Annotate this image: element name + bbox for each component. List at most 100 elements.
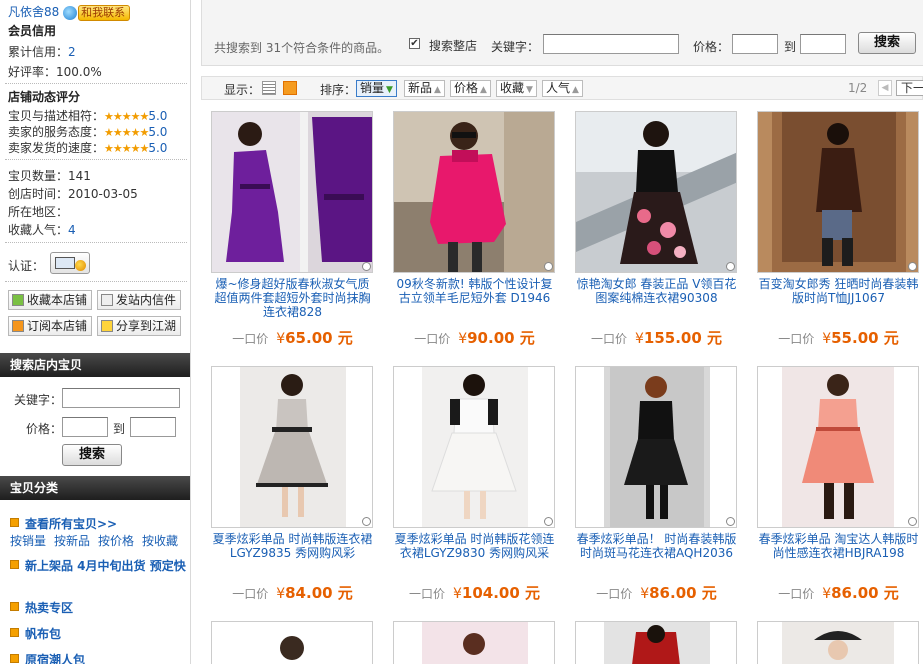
shop-search-button[interactable]: 搜索 [62, 444, 122, 466]
whole-store-checkbox[interactable]: ✔ [409, 38, 420, 49]
product-image[interactable] [211, 366, 373, 528]
favorite-icon [12, 294, 24, 306]
product-image[interactable] [575, 111, 737, 273]
currency-symbol: ¥ [634, 331, 644, 347]
product-image[interactable] [211, 621, 373, 664]
mail-icon [101, 294, 113, 306]
price-label: 一口价 [778, 332, 815, 346]
category-item[interactable]: 热卖专区 [10, 599, 73, 616]
shop-search-price-max-input[interactable] [130, 417, 176, 437]
product-image[interactable] [211, 111, 373, 273]
fav-count-row: 收藏人气：4 [8, 221, 76, 238]
product-image[interactable] [575, 621, 737, 664]
product-image[interactable] [393, 621, 555, 664]
product-image[interactable] [393, 111, 555, 273]
category-item[interactable]: 新上架品 4月中旬出货 预定快 [10, 559, 188, 574]
sort-fav-label: 收藏 [500, 81, 525, 95]
sort-toolbar: 显示： 排序： 销量▼ 新品▲ 价格▲ 收藏▼ 人气▲ 1/2 ◀ 下一页 [201, 76, 923, 100]
shop-search-keyword-input[interactable] [62, 388, 180, 408]
sort-by-sales-link[interactable]: 按销量 [10, 534, 46, 548]
product-image[interactable] [757, 111, 919, 273]
list-view-icon[interactable] [262, 81, 276, 95]
product-title[interactable]: 百变淘女郎秀 狂晒时尚春装韩版时尚T恤JJ1067 [757, 277, 920, 305]
sort-popularity-button[interactable]: 人气 ▲ [542, 80, 583, 97]
product-title[interactable]: 春季炫彩单品 淘宝达人韩版时尚性感连衣裙HBJRA198 [757, 532, 920, 560]
sort-by-price-link[interactable]: 按价格 [98, 534, 134, 548]
subscribe-shop-button[interactable]: 订阅本店铺 [8, 316, 93, 336]
sort-new-button[interactable]: 新品 ▲ [404, 80, 445, 97]
product-price: 90.00 元 [467, 329, 535, 347]
price-row: 一口价 ¥84.00 元 [211, 582, 374, 603]
product-image[interactable] [393, 366, 555, 528]
sort-popularity-label: 人气 [546, 81, 571, 95]
send-message-label: 发站内信件 [116, 293, 177, 307]
favorite-shop-button[interactable]: 收藏本店铺 [8, 290, 93, 310]
sort-fav-button[interactable]: 收藏 ▼ [496, 80, 537, 97]
prev-page-icon[interactable]: ◀ [878, 80, 892, 96]
wangwang-icon[interactable] [63, 5, 78, 20]
grid-view-icon[interactable] [283, 81, 297, 95]
product-title[interactable]: 春季炫彩单品！ 时尚春装韩版时尚斑马花连衣裙AQH2036 [575, 532, 738, 560]
dsr-row-service: 卖家的服务态度：★★★★★5.0 [8, 123, 167, 140]
product-title[interactable]: 夏季炫彩单品 时尚韩版花领连衣裙LGYZ9830 秀网购风采 [393, 532, 556, 560]
zoom-icon[interactable] [908, 517, 917, 526]
price-label: 一口价 [778, 587, 815, 601]
shop-search-price-min-input[interactable] [62, 417, 108, 437]
result-count-text: 共搜索到 31个符合条件的商品。 [214, 41, 390, 55]
share-button[interactable]: 分享到江湖 [97, 316, 182, 336]
arrow-up-icon: ▲ [480, 85, 487, 95]
sort-by-new-link[interactable]: 按新品 [54, 534, 90, 548]
dsr-score: 5.0 [148, 141, 168, 155]
product-title[interactable]: 惊艳淘女郎 春装正品 V领百花图案纯棉连衣裙90308 [575, 277, 738, 305]
zoom-icon[interactable] [726, 262, 735, 271]
keyword-input[interactable] [543, 34, 679, 54]
price-min-input[interactable] [732, 34, 778, 54]
credit-value[interactable]: 2 [68, 45, 76, 59]
currency-symbol: ¥ [276, 586, 286, 602]
dsr-label: 卖家的服务态度： [8, 125, 105, 139]
category-all-link[interactable]: 查看所有宝贝>> [10, 515, 117, 532]
sort-price-button[interactable]: 价格 ▲ [450, 80, 491, 97]
zoom-icon[interactable] [544, 517, 553, 526]
subscribe-shop-label: 订阅本店铺 [27, 319, 88, 333]
sort-price-label: 价格 [454, 81, 479, 95]
shop-sidebar: 凡依舍88 和我联系 会员信用 累计信用：2 好评率：100.0% 店铺动态评分… [0, 0, 191, 664]
category-item[interactable]: 原宿潮人包 [10, 651, 85, 664]
currency-symbol: ¥ [822, 331, 832, 347]
product-image[interactable] [757, 366, 919, 528]
certification-icon[interactable] [50, 252, 90, 274]
product-title[interactable]: 09秋冬新款! 韩版个性设计复古立领羊毛尼短外套 D1946 [393, 277, 556, 305]
product-price: 155.00 元 [643, 329, 723, 347]
price-max-input[interactable] [800, 34, 846, 54]
product-price: 86.00 元 [831, 584, 899, 602]
dsr-score: 5.0 [148, 125, 168, 139]
zoom-icon[interactable] [362, 262, 371, 271]
item-count-label: 宝贝数量： [8, 169, 69, 183]
zoom-icon[interactable] [726, 517, 735, 526]
next-page-button[interactable]: 下一页 [896, 80, 923, 96]
product-price: 84.00 元 [285, 584, 353, 602]
zoom-icon[interactable] [544, 262, 553, 271]
product-title[interactable]: 爆~修身超好版春秋淑女气质超值两件套超短外套时尚抹胸连衣裙828 [211, 277, 374, 319]
contact-seller-button[interactable]: 和我联系 [78, 4, 131, 21]
category-item[interactable]: 帆布包 [10, 625, 61, 642]
price-label: 一口价 [596, 587, 633, 601]
price-row: 一口价 ¥86.00 元 [757, 582, 920, 603]
zoom-icon[interactable] [362, 517, 371, 526]
currency-symbol: ¥ [276, 331, 286, 347]
sort-by-fav-link[interactable]: 按收藏 [142, 534, 178, 548]
seller-name[interactable]: 凡依舍88 [8, 5, 59, 19]
zoom-icon[interactable] [908, 262, 917, 271]
product-image[interactable] [757, 621, 919, 664]
search-button[interactable]: 搜索 [858, 32, 916, 54]
price-label: 一口价 [408, 587, 445, 601]
shop-search-header: 搜索店内宝贝 [0, 353, 190, 377]
price-label: 一口价 [414, 332, 451, 346]
product-title[interactable]: 夏季炫彩单品 时尚韩版连衣裙LGYZ9835 秀网购风彩 [211, 532, 374, 560]
category-sort-links: 按销量 按新品 按价格 按收藏 [10, 532, 186, 549]
keyword-label: 关键字： [491, 40, 540, 54]
product-image[interactable] [575, 366, 737, 528]
sort-sales-button[interactable]: 销量 ▼ [356, 80, 397, 97]
send-message-button[interactable]: 发站内信件 [97, 290, 182, 310]
dsr-row-desc: 宝贝与描述相符：★★★★★5.0 [8, 107, 167, 124]
